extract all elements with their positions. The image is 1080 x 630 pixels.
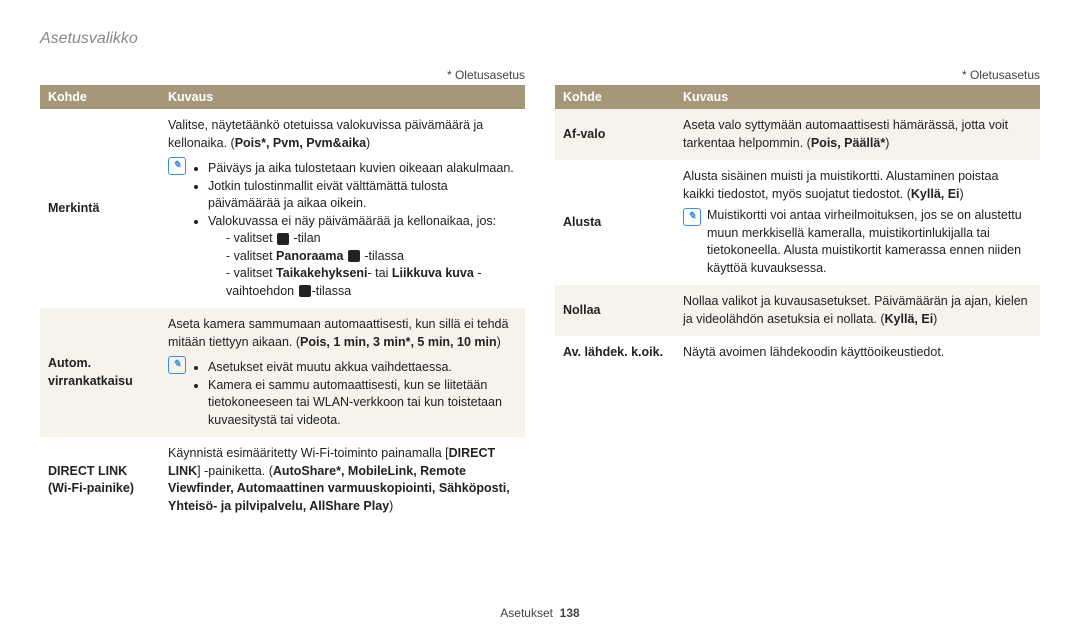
row-autom-desc: Aseta kamera sammumaan automaattisesti, … (160, 308, 525, 437)
left-column: * Oletusasetus Kohde Kuvaus Merkintä Val… (40, 68, 525, 523)
nollaa-t2: ) (933, 312, 937, 326)
footer-section: Asetukset (500, 606, 553, 620)
row-nollaa-desc: Nollaa valikot ja kuvausasetukset. Päivä… (675, 285, 1040, 336)
page-title: Asetusvalikko (40, 30, 1040, 48)
row-av-desc: Näytä avoimen lähdekoodin käyttöoikeusti… (675, 336, 1040, 370)
mode-icon (348, 250, 360, 262)
merkinta-bold: Pois*, Pvm, Pvm&aika (235, 136, 366, 150)
row-alusta-label: Alusta (555, 160, 675, 285)
settings-table-right: Kohde Kuvaus Af-valo Aseta valo syttymää… (555, 85, 1040, 370)
alusta-note-body: Muistikortti voi antaa virheilmoituksen,… (707, 207, 1032, 277)
page-footer: Asetukset 138 (0, 606, 1080, 620)
merkinta-d1: valitset -tilan (226, 230, 517, 248)
note-icon: ✎ (683, 208, 701, 226)
th-kuvaus: Kuvaus (675, 85, 1040, 109)
autom-intro-end: ) (497, 335, 501, 349)
afvalo-tb: Pois, Päällä* (811, 136, 885, 150)
default-note-left: * Oletusasetus (40, 68, 525, 82)
merkinta-n2: Jotkin tulostinmallit eivät välttämättä … (208, 178, 517, 213)
merkinta-n3: Valokuvassa ei näy päivämäärää ja kellon… (208, 213, 517, 301)
row-nollaa-label: Nollaa (555, 285, 675, 336)
dlink-l1c: ] -painiketta. ( (197, 464, 273, 478)
row-merkinta-desc: Valitse, näytetäänkö otetuissa valokuvis… (160, 109, 525, 308)
nollaa-tb: Kyllä, Ei (885, 312, 934, 326)
row-dlink-desc: Käynnistä esimääritetty Wi-Fi-toiminto p… (160, 437, 525, 523)
row-av-label: Av. lähdek. k.oik. (555, 336, 675, 370)
merkinta-note: ✎ Päiväys ja aika tulostetaan kuvien oik… (168, 156, 517, 300)
nollaa-t1: Nollaa valikot ja kuvausasetukset. Päivä… (683, 294, 1028, 326)
th-kuvaus: Kuvaus (160, 85, 525, 109)
merkinta-d3: valitset Taikakehykseni- tai Liikkuva ku… (226, 265, 517, 300)
merkinta-n3-t: Valokuvassa ei näy päivämäärää ja kellon… (208, 214, 496, 228)
merkinta-note-body: Päiväys ja aika tulostetaan kuvien oikea… (192, 156, 517, 300)
note-icon: ✎ (168, 157, 186, 175)
content-columns: * Oletusasetus Kohde Kuvaus Merkintä Val… (40, 68, 1040, 523)
autom-note: ✎ Asetukset eivät muutu akkua vaihdettae… (168, 355, 517, 429)
autom-n1: Asetukset eivät muutu akkua vaihdettaess… (208, 359, 517, 377)
afvalo-t2: ) (885, 136, 889, 150)
row-alusta-desc: Alusta sisäinen muisti ja muistikortti. … (675, 160, 1040, 285)
merkinta-d2: valitset Panoraama -tilassa (226, 248, 517, 266)
autom-bold: Pois, 1 min, 3 min*, 5 min, 10 min (300, 335, 497, 349)
merkinta-n1: Päiväys ja aika tulostetaan kuvien oikea… (208, 160, 517, 178)
row-merkinta-label: Merkintä (40, 109, 160, 308)
dlink-l3: ) (389, 499, 393, 513)
mode-icon (277, 233, 289, 245)
th-kohde: Kohde (555, 85, 675, 109)
right-column: * Oletusasetus Kohde Kuvaus Af-valo Aset… (555, 68, 1040, 523)
default-note-right: * Oletusasetus (555, 68, 1040, 82)
alusta-note: ✎ Muistikortti voi antaa virheilmoitukse… (683, 207, 1032, 277)
row-dlink-label: DIRECT LINK (Wi-Fi-painike) (40, 437, 160, 523)
autom-note-body: Asetukset eivät muutu akkua vaihdettaess… (192, 355, 517, 429)
alusta-t2: ) (960, 187, 964, 201)
note-icon: ✎ (168, 356, 186, 374)
footer-page: 138 (560, 606, 580, 620)
autom-n2: Kamera ei sammu automaattisesti, kun se … (208, 377, 517, 430)
mode-icon (299, 285, 311, 297)
th-kohde: Kohde (40, 85, 160, 109)
settings-table-left: Kohde Kuvaus Merkintä Valitse, näytetään… (40, 85, 525, 523)
dlink-l1: Käynnistä esimääritetty Wi-Fi-toiminto p… (168, 446, 449, 460)
row-afvalo-desc: Aseta valo syttymään automaattisesti häm… (675, 109, 1040, 160)
row-afvalo-label: Af-valo (555, 109, 675, 160)
alusta-tb: Kyllä, Ei (911, 187, 960, 201)
row-autom-label: Autom. virrankatkaisu (40, 308, 160, 437)
merkinta-intro-end: ) (366, 136, 370, 150)
